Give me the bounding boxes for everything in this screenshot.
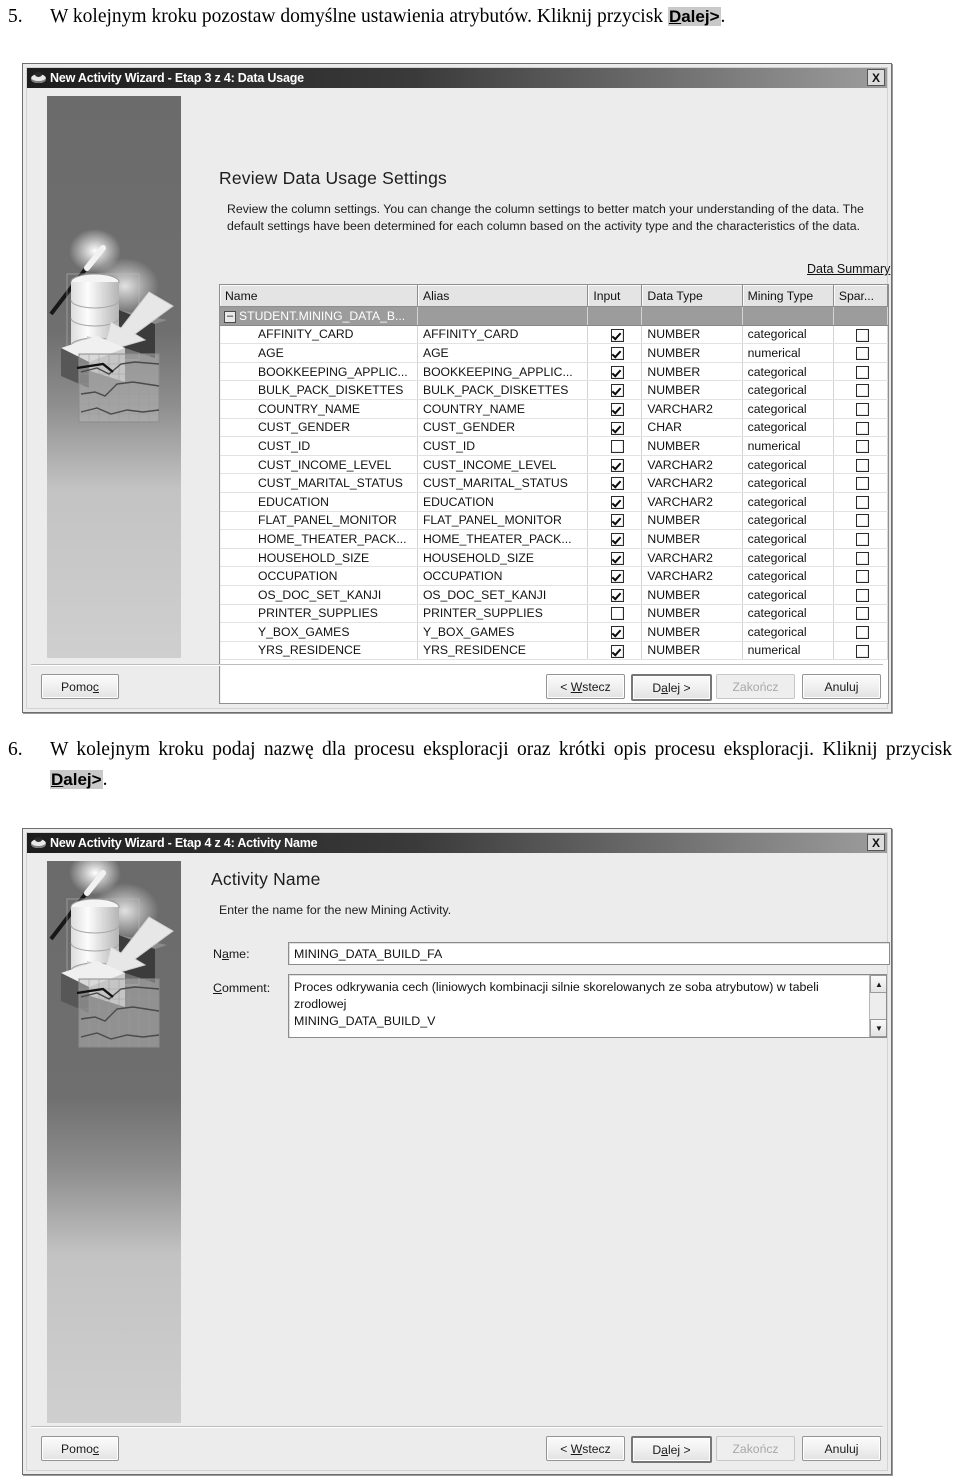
finish-label-text: Zakończ	[732, 679, 779, 694]
step-text: W kolejnym kroku podaj nazwę dla procesu…	[50, 735, 952, 795]
finish-label-text: Zakończ	[732, 1441, 779, 1456]
back-button[interactable]: < Wstecz	[546, 674, 625, 699]
step-text-after: .	[102, 769, 108, 790]
next-button[interactable]: Dalej >	[631, 674, 712, 701]
help-label-text: Pomoc	[61, 679, 99, 694]
dialog1-button-bar: Pomoc < Wstecz Dalej > Zakończ Anuluj	[23, 64, 891, 712]
help-label-text: Pomoc	[61, 1441, 99, 1456]
wizard-dialog-data-usage[interactable]: New Activity Wizard - Etap 3 z 4: Data U…	[22, 63, 892, 713]
cancel-button[interactable]: Anuluj	[802, 1436, 881, 1461]
finish-button: Zakończ	[716, 674, 795, 699]
instruction-step-5: 5. W kolejnym kroku pozostaw domyślne us…	[8, 2, 952, 32]
step-text-after: .	[720, 6, 726, 27]
step-number: 5.	[8, 6, 23, 27]
step-text: W kolejnym kroku pozostaw domyślne ustaw…	[50, 2, 952, 32]
help-button[interactable]: Pomoc	[41, 1436, 119, 1461]
instruction-step-6: 6. W kolejnym kroku podaj nazwę dla proc…	[8, 735, 952, 795]
cancel-label-text: Anuluj	[824, 1441, 859, 1456]
back-button[interactable]: < Wstecz	[546, 1436, 625, 1461]
wizard-dialog-activity-name[interactable]: New Activity Wizard - Etap 4 z 4: Activi…	[22, 828, 892, 1475]
cancel-label-text: Anuluj	[824, 679, 859, 694]
dialog2-button-bar: Pomoc < Wstecz Dalej > Zakończ Anuluj	[23, 829, 891, 1474]
dalej-button-ref: Dalej>	[50, 770, 103, 789]
next-label-text: Dalej >	[652, 1442, 691, 1457]
dalej-accel: D	[668, 7, 682, 26]
dalej-accel: D	[51, 770, 64, 789]
back-label-text: < Wstecz	[560, 1441, 611, 1456]
back-label-text: < Wstecz	[560, 679, 611, 694]
step-text-before: W kolejnym kroku pozostaw domyślne ustaw…	[50, 6, 668, 27]
dalej-rest: alej>	[63, 770, 102, 789]
step-number: 6.	[8, 739, 23, 760]
next-label-text: Dalej >	[652, 680, 691, 695]
dalej-rest: alej>	[681, 7, 720, 26]
cancel-button[interactable]: Anuluj	[802, 674, 881, 699]
next-button[interactable]: Dalej >	[631, 1436, 712, 1463]
step-text-before: W kolejnym kroku podaj nazwę dla procesu…	[50, 739, 952, 760]
help-button[interactable]: Pomoc	[41, 674, 119, 699]
dalej-button-ref: Dalej>	[667, 7, 721, 26]
finish-button: Zakończ	[716, 1436, 795, 1461]
